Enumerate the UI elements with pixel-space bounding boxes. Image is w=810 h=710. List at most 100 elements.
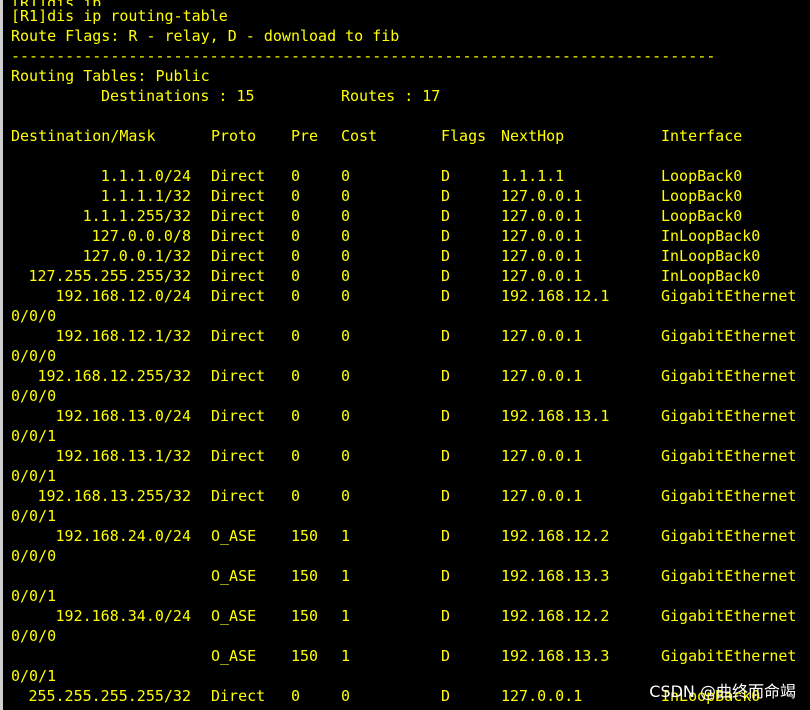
route-flags: D bbox=[441, 287, 451, 305]
route-cost: 0 bbox=[341, 287, 351, 305]
terminal-window[interactable]: [R1]dis ip [R1]dis ip routing-table Rout… bbox=[0, 0, 810, 710]
route-interface: GigabitEthernet bbox=[661, 447, 797, 465]
header-interface: Interface bbox=[661, 127, 743, 145]
route-interface: InLoopBack0 bbox=[661, 247, 761, 265]
table-row: O_ASE 150 1 D 192.168.13.3 GigabitEthernet bbox=[11, 646, 810, 666]
table-row: 1.1.1.1/32 Direct 0 0 D 127.0.0.1 LoopBack0 bbox=[11, 186, 810, 206]
interface-wrap-line: 0/0/0 bbox=[11, 347, 57, 365]
route-flags: D bbox=[441, 407, 451, 425]
route-destination: 192.168.34.0/24 bbox=[55, 607, 191, 625]
table-row: 192.168.12.255/32 Direct 0 0 D 127.0.0.1 Gigab… bbox=[11, 366, 810, 386]
route-destination: 192.168.12.0/24 bbox=[55, 287, 191, 305]
route-destination: 127.255.255.255/32 bbox=[28, 267, 191, 285]
route-destination: 192.168.12.255/32 bbox=[37, 367, 191, 385]
route-proto: O_ASE bbox=[211, 567, 257, 585]
route-nexthop: 127.0.0.1 bbox=[501, 227, 583, 245]
route-preference: 0 bbox=[291, 327, 301, 345]
route-destination: 192.168.24.0/24 bbox=[55, 527, 191, 545]
table-row: 127.0.0.1/32 Direct 0 0 D 127.0.0.1 InLoopBack… bbox=[11, 246, 810, 266]
routes-count: Routes : 17 bbox=[341, 87, 441, 105]
table-row: 192.168.12.1/32 Direct 0 0 D 127.0.0.1 Gigabit… bbox=[11, 326, 810, 346]
command-line: [R1]dis ip routing-table bbox=[11, 7, 228, 25]
route-destination: 255.255.255.255/32 bbox=[28, 687, 191, 705]
table-row: 1.1.1.0/24 Direct 0 0 D 1.1.1.1 LoopBack0 bbox=[11, 166, 810, 186]
route-destination: 192.168.13.1/32 bbox=[55, 447, 191, 465]
interface-wrap-line: 0/0/1 bbox=[11, 587, 57, 605]
table-row: 192.168.13.255/32 Direct 0 0 D 127.0.0.1 Gigab… bbox=[11, 486, 810, 506]
route-flags-legend: Route Flags: R - relay, D - download to … bbox=[11, 27, 400, 45]
route-nexthop: 127.0.0.1 bbox=[501, 247, 583, 265]
route-preference: 0 bbox=[291, 207, 301, 225]
table-row: 127.255.255.255/32 Direct 0 0 D 127.0.0.1 InLo… bbox=[11, 266, 810, 286]
route-destination: 1.1.1.255/32 bbox=[82, 207, 191, 225]
route-interface: LoopBack0 bbox=[661, 187, 743, 205]
route-interface: LoopBack0 bbox=[661, 167, 743, 185]
route-cost: 1 bbox=[341, 567, 351, 585]
route-nexthop: 127.0.0.1 bbox=[501, 687, 583, 705]
route-proto: Direct bbox=[211, 687, 266, 705]
table-row: 192.168.12.0/24 Direct 0 0 D 192.168.12.1 Giga… bbox=[11, 286, 810, 306]
watermark: CSDN @曲终而命竭 bbox=[649, 682, 796, 701]
route-proto: O_ASE bbox=[211, 527, 257, 545]
header-proto: Proto bbox=[211, 127, 257, 145]
route-proto: O_ASE bbox=[211, 647, 257, 665]
interface-wrap-line: 0/0/1 bbox=[11, 467, 57, 485]
route-cost: 0 bbox=[341, 207, 351, 225]
route-proto: O_ASE bbox=[211, 607, 257, 625]
route-proto: Direct bbox=[211, 287, 266, 305]
route-interface: GigabitEthernet bbox=[661, 607, 797, 625]
route-preference: 0 bbox=[291, 407, 301, 425]
route-interface: GigabitEthernet bbox=[661, 487, 797, 505]
route-cost: 0 bbox=[341, 407, 351, 425]
route-interface: InLoopBack0 bbox=[661, 267, 761, 285]
route-cost: 0 bbox=[341, 447, 351, 465]
route-nexthop: 127.0.0.1 bbox=[501, 187, 583, 205]
interface-wrap-line: 0/0/0 bbox=[11, 307, 57, 325]
header-nexthop: NextHop bbox=[501, 127, 565, 145]
route-flags: D bbox=[441, 207, 451, 225]
route-cost: 0 bbox=[341, 167, 351, 185]
route-preference: 0 bbox=[291, 167, 301, 185]
header-pre: Pre bbox=[291, 127, 319, 145]
table-row: 1.1.1.255/32 Direct 0 0 D 127.0.0.1 LoopBack0 bbox=[11, 206, 810, 226]
route-preference: 150 bbox=[291, 567, 319, 585]
route-flags: D bbox=[441, 567, 451, 585]
route-cost: 0 bbox=[341, 227, 351, 245]
route-flags: D bbox=[441, 647, 451, 665]
route-nexthop: 1.1.1.1 bbox=[501, 167, 565, 185]
route-preference: 0 bbox=[291, 447, 301, 465]
route-flags: D bbox=[441, 227, 451, 245]
route-flags: D bbox=[441, 607, 451, 625]
route-proto: Direct bbox=[211, 167, 266, 185]
route-proto: Direct bbox=[211, 407, 266, 425]
table-header: Destination/Mask Proto Pre Cost Flags Ne… bbox=[11, 126, 810, 146]
route-interface: GigabitEthernet bbox=[661, 647, 797, 665]
route-proto: Direct bbox=[211, 487, 266, 505]
route-nexthop: 127.0.0.1 bbox=[501, 327, 583, 345]
route-interface: GigabitEthernet bbox=[661, 287, 797, 305]
route-interface: InLoopBack0 bbox=[661, 227, 761, 245]
route-preference: 0 bbox=[291, 367, 301, 385]
route-interface: GigabitEthernet bbox=[661, 567, 797, 585]
routing-summary: Destinations : 15 Routes : 17 bbox=[11, 86, 810, 106]
route-flags: D bbox=[441, 447, 451, 465]
route-flags: D bbox=[441, 687, 451, 705]
route-preference: 150 bbox=[291, 527, 319, 545]
route-flags: D bbox=[441, 267, 451, 285]
route-nexthop: 192.168.12.2 bbox=[501, 527, 610, 545]
route-nexthop: 192.168.13.3 bbox=[501, 567, 610, 585]
route-flags: D bbox=[441, 367, 451, 385]
route-flags: D bbox=[441, 247, 451, 265]
route-nexthop: 192.168.13.3 bbox=[501, 647, 610, 665]
route-cost: 0 bbox=[341, 247, 351, 265]
route-preference: 0 bbox=[291, 687, 301, 705]
table-row: 192.168.24.0/24 O_ASE 150 1 D 192.168.12.2 Gig… bbox=[11, 526, 810, 546]
route-preference: 0 bbox=[291, 187, 301, 205]
route-nexthop: 192.168.12.2 bbox=[501, 607, 610, 625]
table-row: O_ASE 150 1 D 192.168.13.3 GigabitEthernet bbox=[11, 566, 810, 586]
route-preference: 0 bbox=[291, 267, 301, 285]
route-preference: 150 bbox=[291, 647, 319, 665]
interface-wrap-line: 0/0/1 bbox=[11, 507, 57, 525]
route-proto: Direct bbox=[211, 187, 266, 205]
route-preference: 0 bbox=[291, 287, 301, 305]
